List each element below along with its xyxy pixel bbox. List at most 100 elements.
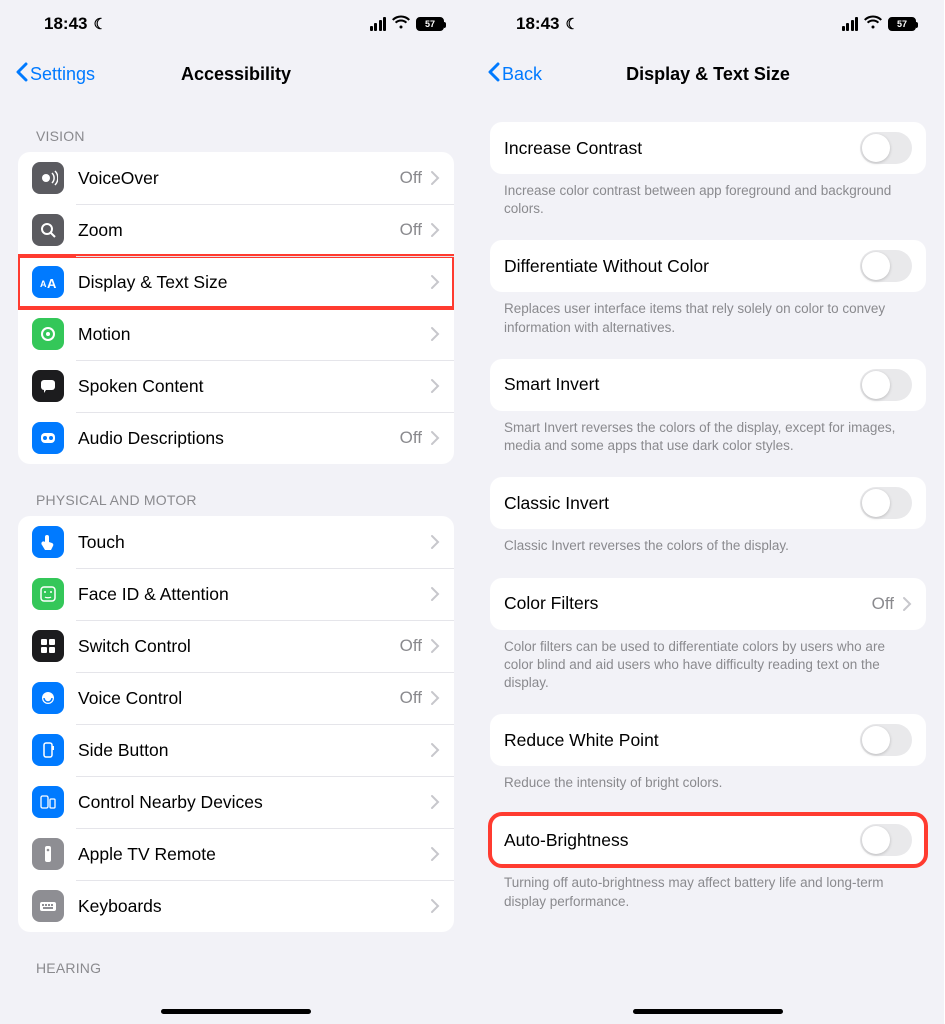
row-zoom[interactable]: Zoom Off <box>18 204 454 256</box>
tv-remote-icon <box>32 838 64 870</box>
row-label: Keyboards <box>78 896 430 917</box>
status-time: 18:43 <box>516 14 559 34</box>
wifi-icon <box>864 14 882 34</box>
audio-desc-icon <box>32 422 64 454</box>
svg-text:A: A <box>40 279 47 289</box>
row-faceid[interactable]: Face ID & Attention <box>18 568 454 620</box>
row-label: VoiceOver <box>78 168 400 189</box>
cellular-icon <box>842 17 859 31</box>
row-value: Off <box>400 168 422 188</box>
do-not-disturb-icon: ☾ <box>93 15 106 33</box>
group-increase-contrast: Increase Contrast <box>490 122 926 174</box>
desc-increase-contrast: Increase color contrast between app fore… <box>472 174 944 218</box>
row-label: Touch <box>78 532 430 553</box>
row-voice-control[interactable]: Voice Control Off <box>18 672 454 724</box>
desc-reduce-white: Reduce the intensity of bright colors. <box>472 766 944 792</box>
row-motion[interactable]: Motion <box>18 308 454 360</box>
row-audio-descriptions[interactable]: Audio Descriptions Off <box>18 412 454 464</box>
row-classic-invert[interactable]: Classic Invert <box>490 477 926 529</box>
keyboard-icon <box>32 890 64 922</box>
chevron-right-icon <box>430 274 440 290</box>
row-smart-invert[interactable]: Smart Invert <box>490 359 926 411</box>
section-header-hearing: HEARING <box>0 932 472 984</box>
row-touch[interactable]: Touch <box>18 516 454 568</box>
row-value: Off <box>400 428 422 448</box>
home-indicator[interactable] <box>161 1009 311 1014</box>
group-vision: VoiceOver Off Zoom Off AA Display & Text… <box>18 152 454 464</box>
row-label: Color Filters <box>504 593 872 614</box>
row-label: Control Nearby Devices <box>78 792 430 813</box>
toggle-smart-invert[interactable] <box>860 369 912 401</box>
chevron-right-icon <box>430 534 440 550</box>
battery-icon: 57 <box>416 17 444 31</box>
row-diff-color[interactable]: Differentiate Without Color <box>490 240 926 292</box>
row-apple-tv-remote[interactable]: Apple TV Remote <box>18 828 454 880</box>
row-label: Zoom <box>78 220 400 241</box>
section-header-physical: PHYSICAL AND MOTOR <box>0 464 472 516</box>
back-button[interactable]: Back <box>486 62 542 87</box>
row-label: Face ID & Attention <box>78 584 430 605</box>
chevron-left-icon <box>14 62 28 87</box>
row-switch-control[interactable]: Switch Control Off <box>18 620 454 672</box>
row-reduce-white[interactable]: Reduce White Point <box>490 714 926 766</box>
page-title: Display & Text Size <box>472 64 944 85</box>
row-voiceover[interactable]: VoiceOver Off <box>18 152 454 204</box>
toggle-diff-color[interactable] <box>860 250 912 282</box>
chevron-right-icon <box>430 326 440 342</box>
back-button[interactable]: Settings <box>14 62 95 87</box>
toggle-classic-invert[interactable] <box>860 487 912 519</box>
toggle-reduce-white[interactable] <box>860 724 912 756</box>
row-keyboards[interactable]: Keyboards <box>18 880 454 932</box>
row-side-button[interactable]: Side Button <box>18 724 454 776</box>
motion-icon <box>32 318 64 350</box>
row-label: Reduce White Point <box>504 730 860 751</box>
nearby-devices-icon <box>32 786 64 818</box>
back-label: Settings <box>30 64 95 85</box>
chevron-right-icon <box>430 586 440 602</box>
row-display-text-size[interactable]: AA Display & Text Size <box>18 256 454 308</box>
chevron-right-icon <box>430 742 440 758</box>
desc-auto-brightness: Turning off auto-brightness may affect b… <box>472 866 944 910</box>
home-indicator[interactable] <box>633 1009 783 1014</box>
row-label: Differentiate Without Color <box>504 256 860 277</box>
chevron-right-icon <box>430 898 440 914</box>
phone-left: 18:43 ☾ 57 Settings Accessibility VISION… <box>0 0 472 1024</box>
spoken-content-icon <box>32 370 64 402</box>
nav-bar: Settings Accessibility <box>0 48 472 100</box>
group-classic-invert: Classic Invert <box>490 477 926 529</box>
desc-color-filters: Color filters can be used to differentia… <box>472 630 944 693</box>
group-auto-brightness: Auto-Brightness <box>490 814 926 866</box>
row-nearby-devices[interactable]: Control Nearby Devices <box>18 776 454 828</box>
row-value: Off <box>400 688 422 708</box>
toggle-auto-brightness[interactable] <box>860 824 912 856</box>
row-color-filters[interactable]: Color Filters Off <box>490 578 926 630</box>
status-bar: 18:43 ☾ 57 <box>0 0 472 48</box>
row-label: Audio Descriptions <box>78 428 400 449</box>
row-value: Off <box>872 594 894 614</box>
row-increase-contrast[interactable]: Increase Contrast <box>490 122 926 174</box>
desc-smart-invert: Smart Invert reverses the colors of the … <box>472 411 944 455</box>
chevron-right-icon <box>430 638 440 654</box>
status-bar: 18:43 ☾ 57 <box>472 0 944 48</box>
touch-icon <box>32 526 64 558</box>
cellular-icon <box>370 17 387 31</box>
chevron-right-icon <box>430 846 440 862</box>
section-header-vision: VISION <box>0 100 472 152</box>
chevron-right-icon <box>430 690 440 706</box>
toggle-increase-contrast[interactable] <box>860 132 912 164</box>
row-label: Spoken Content <box>78 376 430 397</box>
row-value: Off <box>400 636 422 656</box>
nav-bar: Back Display & Text Size <box>472 48 944 100</box>
wifi-icon <box>392 14 410 34</box>
row-label: Apple TV Remote <box>78 844 430 865</box>
row-label: Side Button <box>78 740 430 761</box>
group-diff-color: Differentiate Without Color <box>490 240 926 292</box>
chevron-right-icon <box>430 794 440 810</box>
faceid-icon <box>32 578 64 610</box>
row-label: Switch Control <box>78 636 400 657</box>
group-smart-invert: Smart Invert <box>490 359 926 411</box>
row-spoken-content[interactable]: Spoken Content <box>18 360 454 412</box>
chevron-left-icon <box>486 62 500 87</box>
row-auto-brightness[interactable]: Auto-Brightness <box>490 814 926 866</box>
desc-diff-color: Replaces user interface items that rely … <box>472 292 944 336</box>
